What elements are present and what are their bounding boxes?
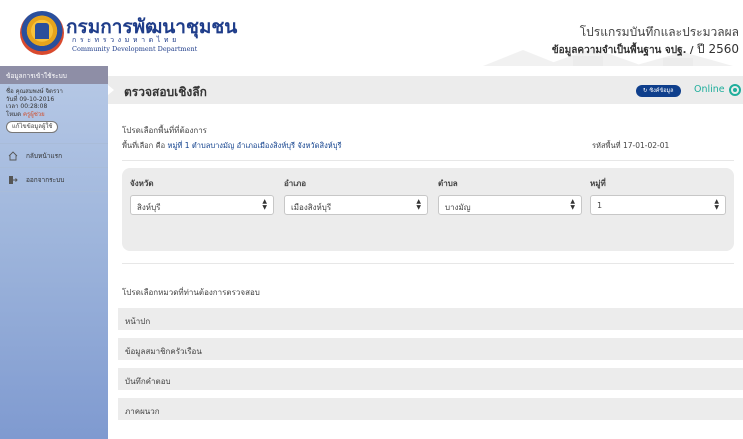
program-year: ปี 2560 xyxy=(697,42,739,56)
subdistrict-filter: ตำบล บางมัญ ▲ ▼ xyxy=(438,177,582,215)
subdistrict-label: ตำบล xyxy=(438,179,458,188)
page-title: ตรวจสอบเชิงลึก xyxy=(124,85,207,99)
title-arrow-decoration xyxy=(108,85,114,95)
village-filter: หมู่ที่ 1 ▲ ▼ xyxy=(590,177,726,215)
village-label: หมู่ที่ xyxy=(590,179,606,188)
logout-icon xyxy=(8,175,18,185)
user-info: ชื่อ คุณสมพงษ์ จิตรวา วันที่ 09-10-2016 … xyxy=(0,84,108,144)
sync-icon: ↻ xyxy=(643,88,648,94)
org-english-name: Community Development Department xyxy=(72,45,198,53)
sync-button-label: ซิงค์ข้อมูล xyxy=(649,88,674,94)
province-select-value: สิงห์บุรี xyxy=(137,203,161,212)
category-prompt: โปรดเลือกหมวดที่ท่านต้องการตรวจสอบ xyxy=(122,288,260,297)
user-name: ชื่อ คุณสมพงษ์ จิตรวา xyxy=(6,88,63,95)
district-label: อำเภอ xyxy=(284,179,307,188)
program-subtitle: ข้อมูลความจำเป็นพื้นฐาน จปฐ. / ปี 2560 xyxy=(552,40,739,59)
select-arrows-icon: ▲ ▼ xyxy=(262,198,267,211)
category-item-household-members[interactable]: ข้อมูลสมาชิกครัวเรือน xyxy=(118,338,743,360)
village-select[interactable]: 1 ▲ ▼ xyxy=(590,195,726,215)
title-bar: ตรวจสอบเชิงลึก ↻ ซิงค์ข้อมูล Online xyxy=(108,76,743,104)
home-icon xyxy=(8,150,18,161)
user-role-prefix: โหมด xyxy=(6,110,22,118)
sidebar-header: ข้อมูลการเข้าใช้ระบบ xyxy=(0,66,108,84)
district-select[interactable]: เมืองสิงห์บุรี ▲ ▼ xyxy=(284,195,428,215)
category-item-answers[interactable]: บันทึกคำตอบ xyxy=(118,368,743,390)
area-filter-panel: จังหวัด สิงห์บุรี ▲ ▼ อำเภอ เมืองสิงห์บุร… xyxy=(122,168,734,251)
select-arrows-icon: ▲ ▼ xyxy=(416,198,421,211)
district-filter: อำเภอ เมืองสิงห์บุรี ▲ ▼ xyxy=(284,177,428,215)
divider xyxy=(122,263,734,264)
sidebar-item-logout[interactable]: ออกจากระบบ xyxy=(0,168,108,192)
status-label: Online xyxy=(694,84,725,95)
sidebar-item-label: กลับหน้าแรก xyxy=(26,151,63,160)
sidebar-item-home[interactable]: กลับหน้าแรก xyxy=(0,144,108,168)
login-date: วันที่ 09-10-2016 xyxy=(6,95,55,103)
edit-profile-button[interactable]: แก้ไขข้อมูลผู้ใช้ xyxy=(6,121,59,133)
selected-area-value: หมู่ที่ 1 ตำบลบางมัญ อำเภอเมืองสิงห์บุรี… xyxy=(167,141,342,150)
province-label: จังหวัด xyxy=(130,179,154,188)
main-content: ตรวจสอบเชิงลึก ↻ ซิงค์ข้อมูล Online โปรด… xyxy=(108,66,743,439)
divider xyxy=(122,160,734,161)
category-item-cover[interactable]: หน้าปก xyxy=(118,308,743,330)
sidebar: ข้อมูลการเข้าใช้ระบบ ชื่อ คุณสมพงษ์ จิตร… xyxy=(0,66,108,439)
selected-area-prefix: พื้นที่เลือก คือ xyxy=(122,141,166,150)
category-item-appendix[interactable]: ภาคผนวก xyxy=(118,398,743,420)
user-role: โหมด ครูผู้ช่วย xyxy=(6,111,102,119)
subdistrict-select-value: บางมัญ xyxy=(445,203,471,212)
province-filter: จังหวัด สิงห์บุรี ▲ ▼ xyxy=(130,177,274,215)
area-prompt: โปรดเลือกพื้นที่ที่ต้องการ xyxy=(122,126,207,135)
online-status-icon xyxy=(729,84,741,96)
area-code: รหัสพื้นที่ 17-01-02-01 xyxy=(592,140,669,152)
login-time: เวลา 00:28:08 xyxy=(6,103,48,110)
select-arrows-icon: ▲ ▼ xyxy=(570,198,575,211)
sidebar-item-label: ออกจากระบบ xyxy=(26,175,65,184)
program-subtitle-text: ข้อมูลความจำเป็นพื้นฐาน จปฐ. / xyxy=(551,45,694,56)
district-select-value: เมืองสิงห์บุรี xyxy=(291,203,332,212)
area-code-value: 17-01-02-01 xyxy=(622,141,670,150)
select-arrows-icon: ▲ ▼ xyxy=(714,198,719,211)
app-header: กรมการพัฒนาชุมชน กระทรวงมหาดไทย Communit… xyxy=(0,0,743,66)
village-select-value: 1 xyxy=(597,201,603,210)
selected-area: พื้นที่เลือก คือ หมู่ที่ 1 ตำบลบางมัญ อำ… xyxy=(122,140,342,152)
department-logo xyxy=(20,11,64,55)
province-select[interactable]: สิงห์บุรี ▲ ▼ xyxy=(130,195,274,215)
user-role-value: ครูผู้ช่วย xyxy=(22,110,45,118)
subdistrict-select[interactable]: บางมัญ ▲ ▼ xyxy=(438,195,582,215)
sync-button[interactable]: ↻ ซิงค์ข้อมูล xyxy=(636,85,681,97)
area-code-label: รหัสพื้นที่ xyxy=(592,141,621,150)
